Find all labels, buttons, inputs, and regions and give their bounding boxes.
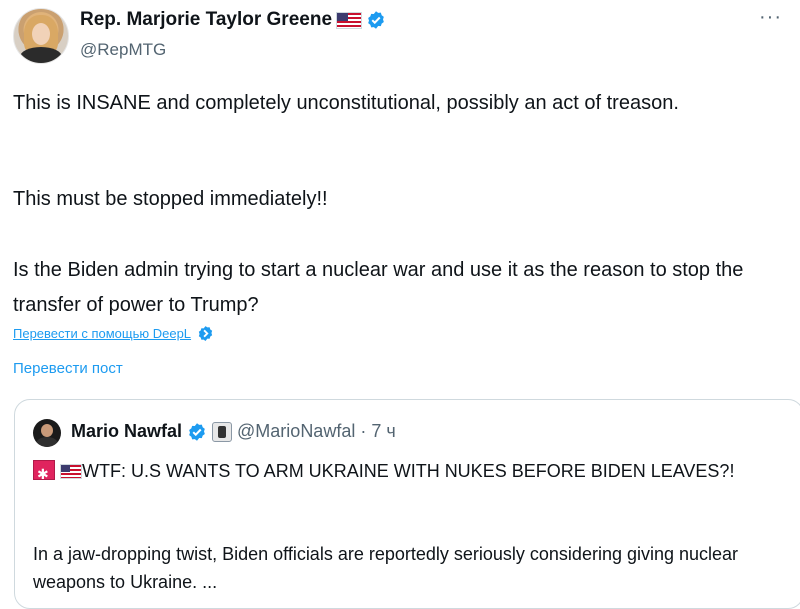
us-flag-icon xyxy=(336,11,363,29)
author-display-name[interactable]: Rep. Marjorie Taylor Greene xyxy=(80,9,332,31)
tweet: Rep. Marjorie Taylor Greene @RepMTG ··· … xyxy=(0,0,800,609)
author-avatar[interactable] xyxy=(13,8,69,64)
author-name-row: Rep. Marjorie Taylor Greene xyxy=(80,9,386,31)
quoted-post-headline: WTF: U.S WANTS TO ARM UKRAINE WITH NUKES… xyxy=(33,457,753,489)
tweet-text-paragraph-3: Is the Biden admin trying to start a nuc… xyxy=(13,259,744,316)
quoted-post-headline-text: WTF: U.S WANTS TO ARM UKRAINE WITH NUKES… xyxy=(82,461,735,481)
us-flag-icon xyxy=(60,464,83,479)
separator-dot: · xyxy=(360,421,367,441)
deepl-badge-icon xyxy=(198,326,213,341)
tweet-text-paragraph-2: This must be stopped immediately!! xyxy=(13,188,328,210)
quoted-post-excerpt: In a jaw-dropping twist, Biden officials… xyxy=(33,544,739,592)
quoted-post-card[interactable]: Mario Nawfal @MarioNawfal · 7 ч WTF: U.S… xyxy=(14,399,800,609)
translate-post-link[interactable]: Перевести пост xyxy=(13,360,123,377)
quoted-author-handle[interactable]: @MarioNawfal xyxy=(237,421,355,442)
affiliate-badge-icon[interactable] xyxy=(212,421,233,442)
quoted-author-name[interactable]: Mario Nawfal xyxy=(71,421,182,442)
quoted-post-time[interactable]: 7 ч xyxy=(371,421,395,442)
deepl-translate-link[interactable]: Перевести с помощью DeepL xyxy=(13,326,191,341)
verified-badge-icon[interactable] xyxy=(187,422,207,442)
quoted-author-row: Mario Nawfal @MarioNawfal · 7 ч xyxy=(71,421,396,442)
quoted-author-avatar[interactable] xyxy=(33,419,61,447)
more-options-icon[interactable]: ··· xyxy=(759,6,782,29)
deepl-translate: Перевести с помощью DeepL xyxy=(13,325,214,342)
tweet-text-paragraph-1: This is INSANE and completely unconstitu… xyxy=(13,92,679,114)
alert-emoji-icon xyxy=(33,460,55,489)
verified-badge-icon[interactable] xyxy=(366,10,386,30)
author-handle[interactable]: @RepMTG xyxy=(80,40,166,60)
